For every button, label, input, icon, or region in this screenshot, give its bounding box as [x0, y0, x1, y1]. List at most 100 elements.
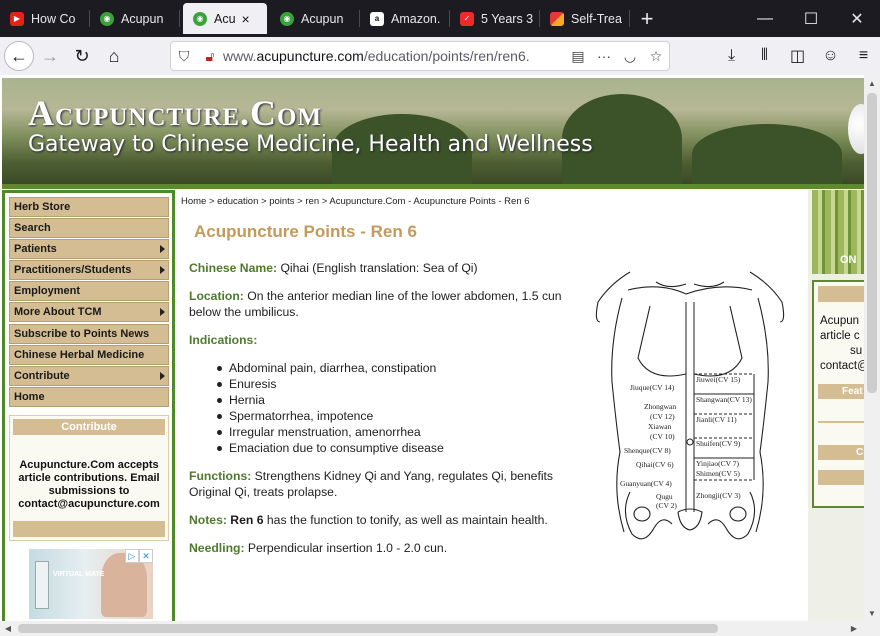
- point-label: Shenque(CV 8): [624, 446, 671, 455]
- list-item: Enuresis: [216, 376, 589, 392]
- right-contribute-box: Acupun article c su contact@ Feat Cl T: [812, 280, 864, 508]
- tab-label: Amazon.: [391, 11, 441, 26]
- scroll-up-icon[interactable]: ▲: [864, 75, 880, 91]
- list-item: Abdominal pain, diarrhea, constipation: [216, 360, 589, 376]
- needling-value: Perpendicular insertion 1.0 - 2.0 cun.: [244, 541, 448, 555]
- location-label: Location:: [189, 289, 244, 303]
- right-box-bar[interactable]: Feat: [818, 384, 864, 399]
- forward-arrow-icon[interactable]: →: [34, 40, 66, 72]
- library-icon[interactable]: ⫴: [748, 40, 781, 72]
- scroll-right-icon[interactable]: ▶: [846, 621, 862, 636]
- point-label: Xiawan: [648, 422, 672, 431]
- url-text[interactable]: www.acupuncture.com/education/points/ren…: [223, 48, 565, 64]
- reader-view-icon[interactable]: ▤: [565, 48, 591, 65]
- notes-label: Notes:: [189, 513, 227, 527]
- left-sidebar: Herb Store Search Patients Practitioners…: [2, 190, 175, 621]
- account-icon[interactable]: ☺: [814, 40, 847, 72]
- ad-choices-icon[interactable]: ▷: [125, 549, 139, 563]
- ad-close-icon[interactable]: ✕: [139, 549, 153, 563]
- point-details: Chinese Name: Qihai (English translation…: [189, 260, 589, 568]
- functions-label: Functions:: [189, 469, 252, 483]
- tab-pocket[interactable]: ✓ 5 Years 3: [450, 0, 540, 37]
- sidebar-item-patients[interactable]: Patients: [9, 239, 169, 260]
- point-label: Shimen(CV 5): [696, 469, 740, 478]
- contribute-text: Acupuncture.Com accepts article contribu…: [18, 459, 160, 510]
- tab-acupuncture-3[interactable]: ◉ Acupun: [270, 0, 360, 37]
- acupuncture-icon: ◉: [193, 11, 207, 26]
- tab-acupuncture-1[interactable]: ◉ Acupun: [90, 0, 180, 37]
- sidebar-item-more-about-tcm[interactable]: More About TCM: [9, 302, 169, 323]
- tab-youtube[interactable]: ▶ How Co: [0, 0, 90, 37]
- point-label: Shangwan(CV 13): [696, 395, 752, 404]
- breadcrumb[interactable]: Home > education > points > ren > Acupun…: [181, 196, 530, 207]
- maximize-icon[interactable]: ☐: [788, 0, 834, 37]
- vertical-scrollbar[interactable]: ▲ ▼: [864, 75, 880, 621]
- point-label: Jianli(CV 11): [696, 415, 737, 424]
- close-window-icon[interactable]: ✕: [834, 0, 880, 37]
- sidebar-menu: Herb Store Search Patients Practitioners…: [9, 197, 169, 408]
- download-icon[interactable]: ⤓: [715, 40, 748, 72]
- acupuncture-icon: ◉: [100, 11, 114, 26]
- address-bar[interactable]: ⛉ 🔓︎ www.acupuncture.com/education/point…: [170, 41, 670, 71]
- horizontal-scrollbar[interactable]: ◀ ▶: [0, 621, 880, 636]
- right-box-bar[interactable]: Cl: [818, 445, 864, 460]
- chinese-name-value: Qihai (English translation: Sea of Qi): [277, 261, 478, 275]
- right-box-divider: [818, 421, 864, 423]
- contribute-footer: [13, 521, 165, 537]
- back-arrow-icon[interactable]: ←: [4, 41, 34, 71]
- banner-hill: [692, 124, 842, 184]
- sidebar-item-practitioners[interactable]: Practitioners/Students: [9, 260, 169, 281]
- sidebar-item-home[interactable]: Home: [9, 386, 169, 407]
- home-icon[interactable]: ⌂: [98, 40, 130, 72]
- web-page: Acupuncture.Com Gateway to Chinese Medic…: [0, 75, 864, 621]
- notes-section: Notes: Ren 6 has the function to tonify,…: [189, 512, 589, 528]
- submenu-arrow-icon: [160, 371, 165, 380]
- bookmark-star-icon[interactable]: ☆: [643, 48, 669, 65]
- site-logo[interactable]: Acupuncture.Com: [28, 92, 322, 134]
- sidebar-item-contribute[interactable]: Contribute: [9, 365, 169, 386]
- sidebar-item-herb-store[interactable]: Herb Store: [9, 197, 169, 217]
- tab-label: 5 Years 3: [481, 11, 534, 26]
- point-label: Zhongwan: [644, 402, 676, 411]
- reload-icon[interactable]: ↻: [66, 40, 98, 72]
- pocket-save-icon[interactable]: ◡: [617, 48, 643, 65]
- submenu-arrow-icon: [160, 245, 165, 254]
- right-box-bar[interactable]: T: [818, 470, 864, 485]
- tab-acupuncture-active[interactable]: ◉ Acu ×: [183, 3, 267, 34]
- ren-meridian-line: [685, 302, 755, 512]
- youtube-icon: ▶: [10, 11, 24, 26]
- sidebar-toggle-icon[interactable]: ◫: [781, 40, 814, 72]
- point-label: Jiuque(CV 14): [630, 383, 675, 392]
- point-label: (CV 2): [656, 501, 677, 510]
- new-tab-button[interactable]: +: [630, 0, 664, 37]
- sidebar-item-search[interactable]: Search: [9, 218, 169, 239]
- scroll-thumb[interactable]: [867, 93, 877, 393]
- scroll-left-icon[interactable]: ◀: [0, 621, 16, 636]
- point-label: (CV 10): [650, 432, 675, 441]
- scroll-down-icon[interactable]: ▼: [864, 605, 880, 621]
- tab-self-treatment[interactable]: Self-Trea: [540, 0, 630, 37]
- sidebar-item-employment[interactable]: Employment: [9, 281, 169, 302]
- minimize-icon[interactable]: —: [742, 0, 788, 37]
- sidebar-item-herbal-medicine[interactable]: Chinese Herbal Medicine: [9, 344, 169, 365]
- insecure-lock-icon[interactable]: 🔓︎: [197, 48, 223, 65]
- notes-value: has the function to tonify, as well as m…: [263, 513, 548, 527]
- menu-icon[interactable]: ≡: [847, 40, 880, 72]
- list-item: Emaciation due to consumptive disease: [216, 440, 589, 456]
- tab-label: Self-Trea: [571, 11, 622, 26]
- submenu-arrow-icon: [160, 308, 165, 317]
- location-section: Location: On the anterior median line of…: [189, 288, 589, 320]
- needling-section: Needling: Perpendicular insertion 1.0 - …: [189, 540, 589, 556]
- page-actions-icon[interactable]: ···: [591, 48, 617, 64]
- shield-icon[interactable]: ⛉: [171, 48, 197, 65]
- location-value: On the anterior median line of the lower…: [189, 289, 562, 319]
- close-tab-icon[interactable]: ×: [242, 11, 250, 27]
- banner-orb: [848, 104, 864, 154]
- advertisement[interactable]: VIRTUAL MATE ▷ ✕: [29, 549, 153, 619]
- scroll-thumb[interactable]: [18, 624, 718, 633]
- bamboo-ad-image[interactable]: ON: [812, 190, 864, 274]
- point-label: Shuifen(CV 9): [696, 439, 741, 448]
- sidebar-item-subscribe[interactable]: Subscribe to Points News: [9, 323, 169, 344]
- chinese-name-section: Chinese Name: Qihai (English translation…: [189, 260, 589, 276]
- tab-amazon[interactable]: a Amazon.: [360, 0, 450, 37]
